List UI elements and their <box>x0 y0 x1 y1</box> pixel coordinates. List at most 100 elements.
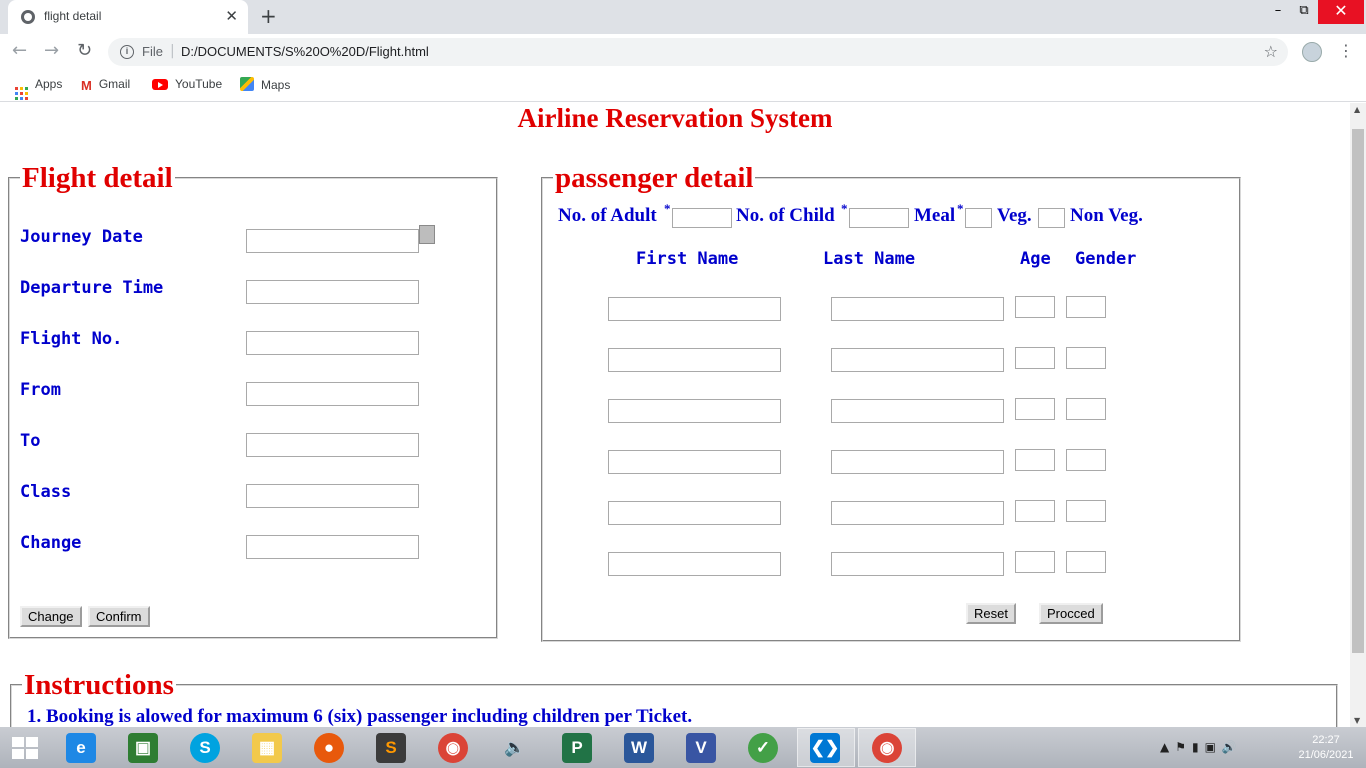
system-tray-icons[interactable]: ▲⚑▮▣🔊 <box>1160 740 1243 754</box>
adult-count-input[interactable] <box>672 208 732 228</box>
bookmark-star-icon[interactable]: ☆ <box>1264 42 1278 61</box>
confirm-button[interactable]: Confirm <box>88 606 150 627</box>
child-count-input[interactable] <box>849 208 909 228</box>
passenger-first-name-input[interactable] <box>608 399 781 423</box>
change-button[interactable]: Change <box>20 606 82 627</box>
from-input[interactable] <box>246 382 419 406</box>
proceed-button[interactable]: Procced <box>1039 603 1103 624</box>
to-input[interactable] <box>246 433 419 457</box>
passenger-first-name-input[interactable] <box>608 450 781 474</box>
menu-dots-icon[interactable]: ⋮ <box>1338 41 1354 60</box>
speaker-icon[interactable]: 🔈 <box>500 733 530 763</box>
passenger-last-name-input[interactable] <box>831 297 1004 321</box>
age-header: Age <box>1020 249 1051 269</box>
vscode-icon[interactable]: ❮❯ <box>810 733 840 763</box>
close-tab-icon[interactable]: ✕ <box>225 7 238 25</box>
departure-time-label: Departure Time <box>20 278 164 298</box>
bookmark-apps[interactable]: Apps <box>15 77 62 100</box>
journey-date-input[interactable] <box>246 229 419 253</box>
passenger-gender-input[interactable] <box>1066 551 1106 573</box>
globe-icon <box>21 10 35 24</box>
bookmark-label: YouTube <box>175 77 223 91</box>
passenger-age-input[interactable] <box>1015 398 1055 420</box>
passenger-first-name-input[interactable] <box>608 348 781 372</box>
nonveg-checkbox[interactable] <box>1038 208 1065 228</box>
forward-arrow-icon[interactable]: → <box>44 40 59 61</box>
store-icon[interactable]: ▣ <box>128 733 158 763</box>
passenger-last-name-input[interactable] <box>831 552 1004 576</box>
tab-title: flight detail <box>44 9 102 23</box>
reset-button[interactable]: Reset <box>966 603 1016 624</box>
instructions-legend: Instructions <box>24 669 174 701</box>
firefox-icon[interactable]: ● <box>314 733 344 763</box>
restore-button[interactable]: ⧉ <box>1291 0 1317 24</box>
passenger-first-name-input[interactable] <box>608 501 781 525</box>
address-bar[interactable]: i File | D:/DOCUMENTS/S%20O%20D/Flight.h… <box>108 38 1288 66</box>
project-icon[interactable]: P <box>562 733 592 763</box>
minimize-button[interactable]: – <box>1265 0 1291 24</box>
word-icon[interactable]: W <box>624 733 654 763</box>
back-arrow-icon[interactable]: ← <box>12 40 27 61</box>
passenger-age-input[interactable] <box>1015 347 1055 369</box>
passenger-last-name-input[interactable] <box>831 501 1004 525</box>
vertical-scrollbar[interactable]: ▲ ▼ <box>1350 103 1366 727</box>
veg-checkbox[interactable] <box>965 208 992 228</box>
bookmark-gmail[interactable]: M Gmail <box>81 77 130 93</box>
new-tab-button[interactable]: + <box>260 4 277 28</box>
passenger-gender-input[interactable] <box>1066 398 1106 420</box>
passenger-last-name-input[interactable] <box>831 399 1004 423</box>
passenger-gender-input[interactable] <box>1066 449 1106 471</box>
adult-count-label: No. of Adult <box>558 205 657 226</box>
flight-no-label: Flight No. <box>20 329 123 349</box>
page-title: Airline Reservation System <box>517 103 833 133</box>
windows-start-icon[interactable] <box>12 737 38 759</box>
clock-date: 21/06/2021 <box>1298 749 1354 761</box>
url-text[interactable]: D:/DOCUMENTS/S%20O%20D/Flight.html <box>181 44 429 59</box>
sublime-text-icon[interactable]: S <box>376 733 406 763</box>
profile-avatar[interactable] <box>1302 42 1322 62</box>
taskbar-clock[interactable]: 22:27 21/06/2021 <box>1296 733 1356 763</box>
gmail-icon: M <box>81 78 92 93</box>
skype-icon[interactable]: S <box>190 733 220 763</box>
scroll-down-icon[interactable]: ▼ <box>1354 716 1360 725</box>
journey-date-label: Journey Date <box>20 227 143 247</box>
chrome-active-icon[interactable]: ◉ <box>872 733 902 763</box>
window-close-button[interactable]: ✕ <box>1318 0 1364 24</box>
reload-icon[interactable]: ↻ <box>77 40 92 61</box>
editor-icon[interactable]: ✓ <box>748 733 778 763</box>
passenger-gender-input[interactable] <box>1066 500 1106 522</box>
flight-no-input[interactable] <box>246 331 419 355</box>
scroll-up-icon[interactable]: ▲ <box>1354 105 1360 114</box>
internet-explorer-icon[interactable]: e <box>66 733 96 763</box>
class-input[interactable] <box>246 484 419 508</box>
passenger-last-name-input[interactable] <box>831 348 1004 372</box>
passenger-gender-input[interactable] <box>1066 347 1106 369</box>
passenger-age-input[interactable] <box>1015 500 1055 522</box>
meal-label: Meal <box>914 205 956 226</box>
clock-time: 22:27 <box>1312 734 1340 746</box>
passenger-first-name-input[interactable] <box>608 297 781 321</box>
bookmarks-bar: Apps M Gmail YouTube Maps <box>0 70 1366 102</box>
instruction-item: 1. Booking is alowed for maximum 6 (six)… <box>27 706 693 727</box>
apps-grid-icon <box>15 87 28 100</box>
passenger-age-input[interactable] <box>1015 449 1055 471</box>
chrome-icon[interactable]: ◉ <box>438 733 468 763</box>
veg-label: Veg. <box>997 205 1032 226</box>
file-explorer-icon[interactable]: ▦ <box>252 733 282 763</box>
passenger-gender-input[interactable] <box>1066 296 1106 318</box>
passenger-first-name-input[interactable] <box>608 552 781 576</box>
date-spinner-icon[interactable] <box>419 225 435 244</box>
passenger-last-name-input[interactable] <box>831 450 1004 474</box>
bookmark-youtube[interactable]: YouTube <box>152 77 222 91</box>
required-mark: * <box>957 201 964 216</box>
departure-time-input[interactable] <box>246 280 419 304</box>
info-icon[interactable]: i <box>120 45 134 59</box>
browser-tab[interactable]: flight detail ✕ <box>8 0 248 34</box>
passenger-age-input[interactable] <box>1015 551 1055 573</box>
visio-icon[interactable]: V <box>686 733 716 763</box>
scroll-thumb[interactable] <box>1352 129 1364 653</box>
change-input[interactable] <box>246 535 419 559</box>
bookmark-maps[interactable]: Maps <box>240 77 290 92</box>
passenger-age-input[interactable] <box>1015 296 1055 318</box>
maps-icon <box>240 77 254 91</box>
